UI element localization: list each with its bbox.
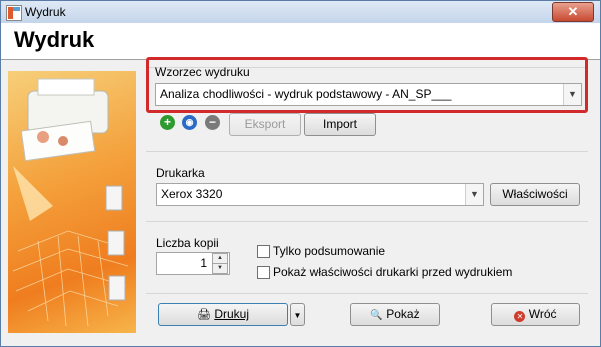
preview-button[interactable]: 🔍 Pokaż: [350, 303, 440, 326]
export-button[interactable]: Eksport: [229, 113, 301, 136]
printer-value: Xerox 3320: [161, 187, 223, 201]
window-title: Wydruk: [25, 5, 66, 19]
chevron-down-icon: ▼: [293, 311, 302, 320]
printer-group-line: [146, 151, 588, 152]
title-bar[interactable]: Wydruk ✕: [1, 1, 600, 23]
copies-label: Liczba kopii: [156, 236, 219, 250]
copies-stepper[interactable]: 1 ▲ ▼: [156, 252, 230, 275]
add-icon[interactable]: +: [160, 115, 175, 130]
printer-illustration: [8, 71, 136, 333]
spin-down-icon[interactable]: ▼: [212, 263, 228, 274]
show-printer-props-label: Pokaż właściwości drukarki przed wydruki…: [273, 265, 513, 279]
show-printer-props-checkbox[interactable]: [257, 266, 270, 279]
printer-illustration-graphic: [12, 78, 129, 327]
import-button[interactable]: Import: [304, 113, 376, 136]
print-dropdown-button[interactable]: ▼: [290, 303, 305, 326]
back-button-label: Wróć: [528, 307, 557, 321]
chevron-down-icon[interactable]: ▼: [465, 184, 483, 205]
summary-only-checkbox[interactable]: [257, 245, 270, 258]
preview-button-label: Pokaż: [386, 307, 420, 321]
template-highlight-frame: [146, 57, 588, 113]
close-button[interactable]: ✕: [552, 2, 594, 22]
app-icon: [6, 5, 22, 21]
copies-value: 1: [200, 256, 207, 270]
options-group-line: [146, 221, 588, 222]
print-button[interactable]: 🖨 Drukuj: [158, 303, 288, 326]
actions-group-line: [146, 293, 588, 294]
printer-properties-button[interactable]: Właściwości: [490, 183, 580, 206]
printer-icon: 🖨: [197, 309, 211, 321]
summary-only-label: Tylko podsumowanie: [273, 244, 386, 258]
magnifier-icon[interactable]: ◉: [182, 115, 197, 130]
printer-combobox[interactable]: Xerox 3320 ▼: [156, 183, 484, 206]
preview-icon: 🔍: [370, 310, 383, 321]
page-title: Wydruk: [14, 27, 95, 52]
back-button[interactable]: ✕ Wróć: [491, 303, 580, 326]
remove-icon[interactable]: −: [205, 115, 220, 130]
print-dialog-window: Wydruk ✕ Wydruk Wzorzec wydruku Analiza …: [0, 0, 601, 347]
cancel-icon: ✕: [514, 311, 526, 322]
print-button-label: Drukuj: [214, 307, 249, 321]
printer-label: Drukarka: [156, 166, 205, 180]
